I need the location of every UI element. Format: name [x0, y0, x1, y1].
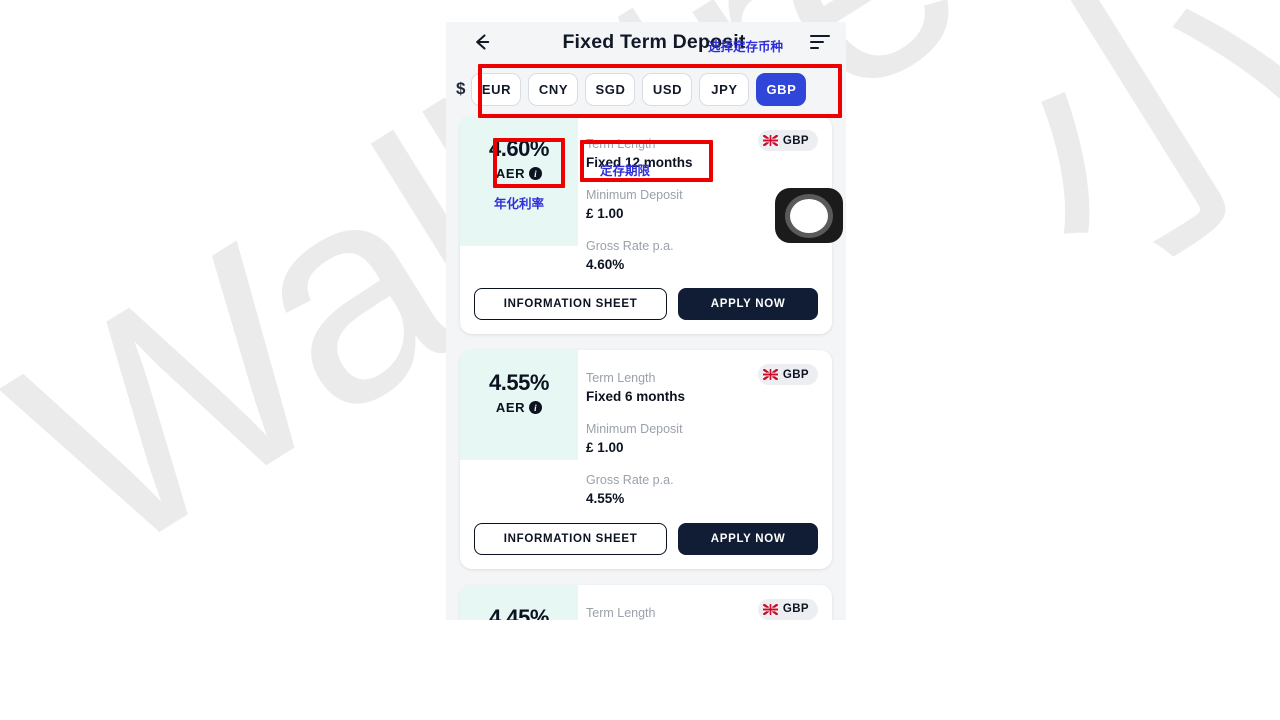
minimum-deposit-value: £ 1.00	[586, 440, 624, 456]
product-card-body: 4.55% AER i GBP Term Length Fixed 6 months Min…	[460, 350, 832, 508]
aer-rate-value: 4.55%	[489, 370, 549, 396]
aer-rate-value: 4.60%	[489, 136, 549, 161]
term-annotation-cn: 定存期限	[600, 163, 651, 178]
currency-badge: GBP	[757, 364, 818, 386]
aer-label-row: AER i	[460, 400, 578, 415]
sort-filter-icon-line-3	[810, 46, 819, 50]
currency-chip-gbp[interactable]: GBP	[756, 72, 807, 106]
gross-rate-group: Gross Rate p.a. 4.60%	[586, 238, 818, 274]
rate-panel: 4.60% AER i 年化利率	[460, 116, 578, 246]
cursor-ring-icon	[790, 198, 828, 233]
uk-flag-icon	[762, 369, 778, 381]
currency-chip-list: EUR CNY SGD USD JPY GBP	[471, 72, 807, 106]
aer-label: AER	[495, 166, 526, 181]
screenshot-root: Wallstreet 小白 Fixed Term Deposit 选择定存币种	[0, 0, 1280, 720]
info-icon[interactable]: i	[529, 401, 543, 415]
product-actions: INFORMATION SHEET APPLY NOW	[460, 509, 832, 569]
currency-badge-label: GBP	[782, 368, 809, 381]
currency-badge-label: GBP	[782, 603, 809, 616]
currency-selector: $ EUR CNY SGD USD JPY GBP	[446, 62, 846, 116]
aer-rate-value: 4.45%	[489, 604, 549, 620]
header-annotation-cn: 选择定存币种	[708, 39, 784, 54]
product-details: GBPTerm LengthFixed 3 monthsMinimum Depo…	[578, 585, 832, 620]
currency-chip-jpy[interactable]: JPY	[699, 72, 750, 106]
aer-label: AER	[495, 400, 526, 416]
currency-chip-usd[interactable]: USD	[642, 72, 693, 106]
information-sheet-button[interactable]: INFORMATION SHEET	[474, 288, 668, 321]
currency-chip-eur[interactable]: EUR	[471, 72, 522, 106]
uk-flag-icon	[762, 603, 778, 615]
apply-now-button[interactable]: APPLY NOW	[678, 522, 818, 555]
gross-rate-value: 4.60%	[586, 257, 625, 273]
term-length-value: Fixed 6 months	[586, 389, 686, 405]
gross-rate-label: Gross Rate p.a.	[586, 473, 674, 488]
currency-chip-sgd[interactable]: SGD	[585, 72, 636, 106]
currency-badge-label: GBP	[782, 134, 809, 147]
product-actions: INFORMATION SHEET APPLY NOW	[460, 274, 832, 334]
sort-filter-button[interactable]	[810, 30, 834, 54]
rate-panel: 4.55% AER i	[460, 350, 578, 461]
minimum-deposit-group: Minimum Deposit £ 1.00	[586, 421, 818, 457]
uk-flag-icon	[762, 135, 778, 146]
minimum-deposit-label: Minimum Deposit	[586, 422, 683, 437]
cursor-recording-indicator	[775, 188, 843, 243]
watermark-right: 小白	[939, 0, 1280, 339]
product-card: 4.45%AERiGBPTerm LengthFixed 3 monthsMin…	[460, 584, 832, 620]
currency-chip-cny[interactable]: CNY	[528, 72, 579, 106]
back-button[interactable]	[468, 28, 496, 56]
product-details: GBP Term Length Fixed 6 months Minimum Depo…	[578, 350, 832, 508]
gross-rate-group: Gross Rate p.a. 4.55%	[586, 472, 818, 508]
back-arrow-icon	[471, 31, 493, 53]
product-card-body: 4.45%AERiGBPTerm LengthFixed 3 monthsMin…	[460, 584, 832, 620]
sort-filter-icon-line-1	[810, 34, 830, 38]
currency-badge: GBP	[757, 130, 818, 151]
apply-now-button[interactable]: APPLY NOW	[678, 288, 818, 321]
product-card: 4.55% AER i GBP Term Length Fixed 6 months Min…	[460, 350, 832, 569]
information-sheet-button[interactable]: INFORMATION SHEET	[474, 522, 668, 555]
aer-label-row: AER i	[460, 166, 578, 181]
currency-symbol-icon: $	[456, 79, 466, 98]
phone-viewport: Fixed Term Deposit 选择定存币种 $ EUR CNY SGD USD…	[446, 22, 846, 620]
rate-panel: 4.45%AERi	[460, 584, 578, 620]
rate-annotation-cn: 年化利率	[493, 196, 544, 211]
app-header: Fixed Term Deposit	[446, 22, 846, 62]
gross-rate-value: 4.55%	[586, 491, 625, 507]
currency-badge: GBP	[757, 598, 818, 620]
sort-filter-icon-line-2	[810, 40, 824, 44]
info-icon[interactable]: i	[529, 167, 543, 180]
